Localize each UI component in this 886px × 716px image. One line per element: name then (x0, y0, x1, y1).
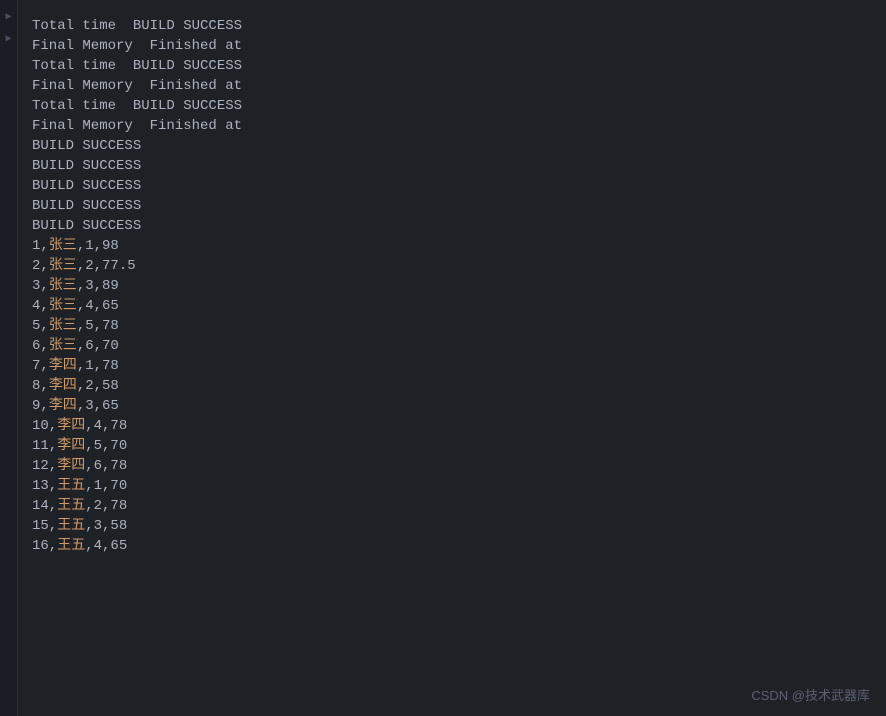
line-gutter: ▶ ▶ (0, 0, 18, 716)
terminal-line: 3,张三,3,89 (32, 276, 876, 296)
terminal-line: BUILD SUCCESS (32, 136, 876, 156)
terminal-line: 12,李四,6,78 (32, 456, 876, 476)
terminal-line: BUILD SUCCESS (32, 196, 876, 216)
terminal-line: Total time BUILD SUCCESS (32, 16, 876, 36)
terminal-line: 11,李四,5,70 (32, 436, 876, 456)
terminal-line: Total time BUILD SUCCESS (32, 56, 876, 76)
terminal-line: 6,张三,6,70 (32, 336, 876, 356)
terminal-line: BUILD SUCCESS (32, 156, 876, 176)
content-area: Total time BUILD SUCCESSFinal Memory Fin… (22, 8, 886, 564)
terminal-line: 2,张三,2,77.5 (32, 256, 876, 276)
terminal-line: Final Memory Finished at (32, 76, 876, 96)
terminal-line: Final Memory Finished at (32, 116, 876, 136)
terminal-line: 14,王五,2,78 (32, 496, 876, 516)
terminal-line: 4,张三,4,65 (32, 296, 876, 316)
watermark: CSDN @技术武器库 (751, 685, 870, 704)
terminal-window: ▶ ▶ Total time BUILD SUCCESSFinal Memory… (0, 0, 886, 716)
terminal-line: BUILD SUCCESS (32, 216, 876, 236)
terminal-line: 1,张三,1,98 (32, 236, 876, 256)
terminal-line: 8,李四,2,58 (32, 376, 876, 396)
terminal-line: Total time BUILD SUCCESS (32, 96, 876, 116)
terminal-line: BUILD SUCCESS (32, 176, 876, 196)
terminal-line: 10,李四,4,78 (32, 416, 876, 436)
terminal-line: 15,王五,3,58 (32, 516, 876, 536)
terminal-line: 13,王五,1,70 (32, 476, 876, 496)
gutter-arrow-1: ▶ (5, 8, 11, 28)
terminal-line: 9,李四,3,65 (32, 396, 876, 416)
terminal-line: 16,王五,4,65 (32, 536, 876, 556)
terminal-line: Final Memory Finished at (32, 36, 876, 56)
terminal-line: 5,张三,5,78 (32, 316, 876, 336)
terminal-line: 7,李四,1,78 (32, 356, 876, 376)
gutter-arrow-2: ▶ (5, 30, 11, 50)
